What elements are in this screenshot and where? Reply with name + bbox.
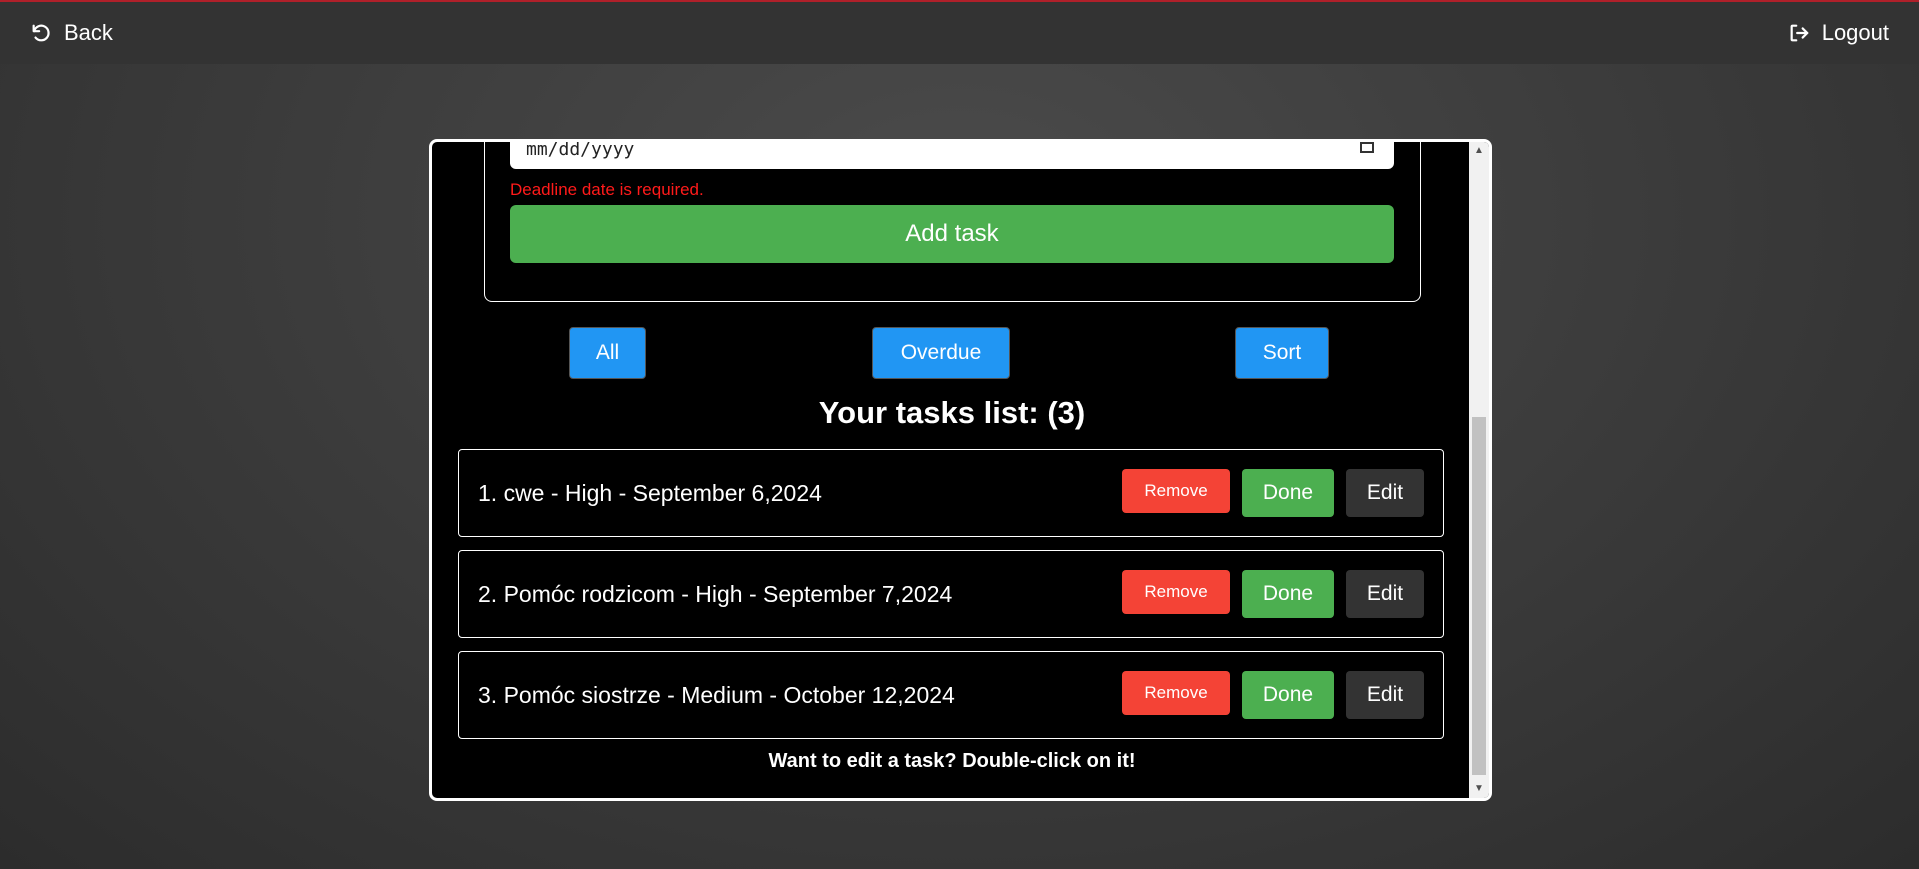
date-placeholder: mm/dd/yyyy	[526, 139, 635, 160]
done-button[interactable]: Done	[1242, 469, 1334, 517]
add-task-button[interactable]: Add task	[510, 205, 1394, 263]
remove-button[interactable]: Remove	[1122, 469, 1230, 513]
tasks-panel: mm/dd/yyyy Deadline date is required. Ad…	[429, 139, 1492, 801]
task-actions: Remove Done Edit	[1122, 671, 1424, 719]
edit-button[interactable]: Edit	[1346, 671, 1424, 719]
add-task-form: mm/dd/yyyy Deadline date is required. Ad…	[484, 139, 1421, 302]
back-button[interactable]: Back	[30, 20, 113, 46]
logout-label: Logout	[1821, 20, 1889, 45]
logout-button[interactable]: Logout	[1788, 20, 1889, 46]
panel-content: mm/dd/yyyy Deadline date is required. Ad…	[432, 142, 1472, 798]
task-text: 2. Pomóc rodzicom - High - September 7,2…	[478, 580, 953, 607]
filter-overdue-button[interactable]: Overdue	[872, 327, 1010, 379]
done-button[interactable]: Done	[1242, 570, 1334, 618]
edit-hint-text: Want to edit a task? Double-click on it!	[768, 750, 1136, 772]
deadline-date-input[interactable]: mm/dd/yyyy	[510, 139, 1394, 169]
task-text: 3. Pomóc siostrze - Medium - October 12,…	[478, 681, 955, 708]
deadline-error-message: Deadline date is required.	[510, 180, 704, 199]
scroll-down-arrow-icon[interactable]: ▼	[1469, 780, 1489, 798]
top-navbar: Back Logout	[0, 2, 1919, 64]
task-row[interactable]: 3. Pomóc siostrze - Medium - October 12,…	[458, 651, 1444, 739]
scroll-thumb[interactable]	[1472, 417, 1486, 775]
undo-icon	[32, 24, 50, 42]
logout-icon	[1790, 24, 1809, 42]
task-text: 1. cwe - High - September 6,2024	[478, 479, 822, 506]
calendar-icon[interactable]	[1360, 142, 1374, 153]
done-button[interactable]: Done	[1242, 671, 1334, 719]
panel-scrollbar[interactable]: ▲ ▼	[1469, 142, 1489, 798]
sort-button[interactable]: Sort	[1235, 327, 1329, 379]
filter-all-button[interactable]: All	[569, 327, 646, 379]
back-label: Back	[64, 20, 113, 45]
task-row[interactable]: 1. cwe - High - September 6,2024 Remove …	[458, 449, 1444, 537]
task-actions: Remove Done Edit	[1122, 469, 1424, 517]
remove-button[interactable]: Remove	[1122, 671, 1230, 715]
task-row[interactable]: 2. Pomóc rodzicom - High - September 7,2…	[458, 550, 1444, 638]
tasks-list-title: Your tasks list: (3)	[818, 395, 1086, 430]
task-actions: Remove Done Edit	[1122, 570, 1424, 618]
scroll-up-arrow-icon[interactable]: ▲	[1469, 142, 1489, 160]
edit-button[interactable]: Edit	[1346, 570, 1424, 618]
remove-button[interactable]: Remove	[1122, 570, 1230, 614]
edit-button[interactable]: Edit	[1346, 469, 1424, 517]
